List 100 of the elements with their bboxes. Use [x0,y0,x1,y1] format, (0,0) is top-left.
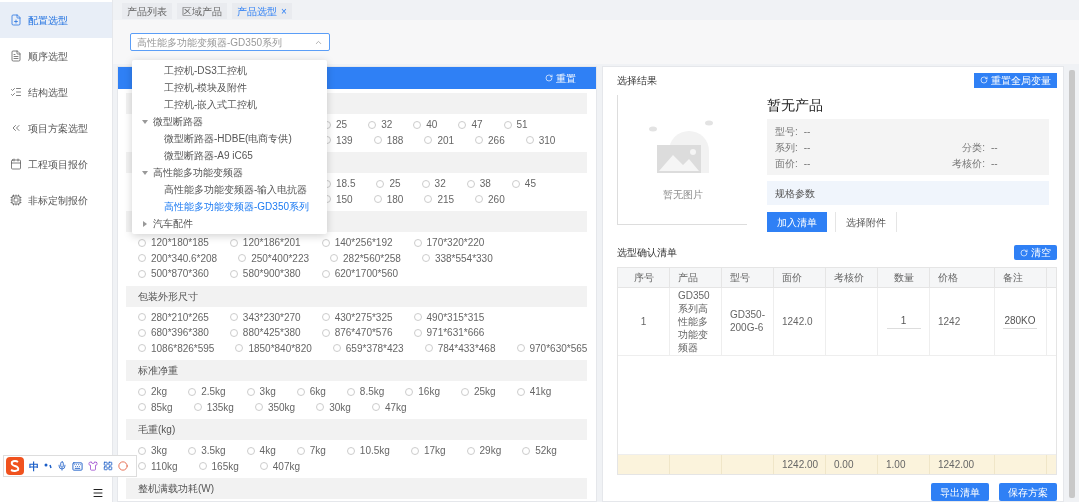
tree-item[interactable]: 工控机-DS3工控机 [132,62,327,79]
grid-icon[interactable] [103,461,113,471]
radio-option[interactable]: 38 [466,176,491,192]
tree-group[interactable]: 汽车配件 [132,215,327,232]
radio-option[interactable]: 6kg [296,384,326,400]
reset-all-button[interactable]: 重置全局变量 [974,72,1057,88]
radio-option[interactable]: 260 [475,191,505,207]
radio-option[interactable]: 310 [525,132,556,148]
radio-option[interactable]: 17kg [410,443,446,459]
radio-option[interactable]: 430*275*325 [321,309,393,325]
radio-option[interactable]: 407kg [259,458,300,474]
sidebar-item[interactable]: 工程项目报价 [0,146,112,182]
field-value: -- [991,140,998,155]
radio-option[interactable]: 2kg [138,384,168,400]
sidebar-item[interactable]: 非标定制报价 [0,182,112,218]
page-tag[interactable]: 产品选型 × [232,3,292,19]
radio-option[interactable]: 490*315*315 [413,309,485,325]
radio-option[interactable]: 40 [413,117,438,133]
radio-option[interactable]: 8.5kg [346,384,385,400]
radio-option[interactable]: 32 [368,117,393,133]
page-tag[interactable]: 区域产品 [177,3,227,19]
spec-label: 规格参数 [775,186,815,201]
radio-option[interactable]: 1086*826*595 [138,340,215,356]
sidebar-item[interactable]: 顺序选型 [0,38,112,74]
radio-option[interactable]: 620*1700*560 [321,266,399,282]
radio-option[interactable]: 32 [421,176,446,192]
circle-icon[interactable] [118,461,128,471]
radio-option[interactable]: 200*340.6*208 [138,250,218,266]
radio-option[interactable]: 2.5kg [188,384,226,400]
radio-option[interactable]: 41kg [516,384,552,400]
radio-option[interactable]: 876*470*576 [321,325,393,341]
section-title: 毛重(kg) [138,423,176,437]
radio-option[interactable]: 971*631*666 [413,325,485,341]
table-input[interactable]: 280KO [1003,313,1037,329]
sidebar-item[interactable]: 结构选型 [0,74,112,110]
radio-option[interactable]: 180 [373,191,404,207]
radio-option[interactable]: 170*320*220 [413,235,485,251]
radio-option[interactable]: 1850*840*820 [235,340,312,356]
radio-option[interactable]: 580*900*380 [229,266,301,282]
radio-option[interactable]: 3kg [138,443,168,459]
radio-option[interactable]: 47kg [371,399,407,415]
radio-option[interactable]: 52kg [522,443,557,459]
radio-option[interactable]: 350kg [254,399,296,415]
radio-option[interactable]: 970*630*565 [516,340,588,356]
radio-option[interactable]: 16kg [405,384,440,400]
radio-option[interactable]: 30kg [316,399,351,415]
export-button[interactable]: 导出清单 [931,483,989,501]
radio-option[interactable]: 250*400*223 [238,250,310,266]
sidebar-item[interactable]: 项目方案选型 [0,110,112,146]
radio-option[interactable]: 135kg [193,399,234,415]
radio-option[interactable]: 215 [424,191,455,207]
radio-option[interactable]: 784*433*468 [424,340,496,356]
tree-item[interactable]: 工控机-模块及附件 [132,79,327,96]
radio-option[interactable]: 3.5kg [188,443,226,459]
radio-option[interactable]: 25 [376,176,401,192]
scrollbar[interactable] [1069,70,1075,498]
radio-option[interactable]: 201 [424,132,455,148]
radio-option[interactable]: 659*378*423 [332,340,404,356]
radio-option[interactable]: 120*180*185 [138,235,209,251]
radio-option[interactable]: 500*870*360 [138,266,209,282]
ime-logo-icon[interactable] [6,457,24,475]
radio-option[interactable]: 7kg [296,443,326,459]
radio-option[interactable]: 29kg [466,443,502,459]
clear-button[interactable]: 清空 [1014,245,1057,261]
radio-option[interactable]: 85kg [138,399,173,415]
radio-option[interactable]: 10.5kg [346,443,390,459]
radio-option[interactable]: 47 [458,117,483,133]
radio-option[interactable]: 680*396*380 [138,325,209,341]
radio-option[interactable]: 282*560*258 [330,250,401,266]
radio-option[interactable]: 266 [475,132,505,148]
reset-button[interactable]: 重置 [545,70,576,86]
attachment-button[interactable]: 选择附件 [835,212,897,232]
table-input[interactable]: 1 [886,313,921,329]
punctuation-icon[interactable] [44,463,52,469]
radio-option[interactable]: 338*554*330 [421,250,493,266]
radio-option[interactable]: 188 [373,132,404,148]
close-icon[interactable]: × [281,3,287,19]
radio-option[interactable]: 110kg [138,458,178,474]
radio-option[interactable]: 165kg [198,458,239,474]
tree-item[interactable]: 微型断路器-A9 iC65 [132,147,327,164]
add-to-list-button[interactable]: 加入清单 [767,212,827,232]
keyboard-icon[interactable] [72,460,83,472]
radio-option[interactable]: 140*256*192 [321,235,393,251]
microphone-icon[interactable] [57,461,67,471]
ime-mode[interactable]: 中 [29,458,39,474]
radio-option[interactable]: 51 [503,117,528,133]
radio-option[interactable]: 4kg [246,443,276,459]
radio-option[interactable]: 120*186*201 [229,235,301,251]
radio-option[interactable]: 343*230*270 [229,309,301,325]
radio-option[interactable]: 880*425*380 [229,325,301,341]
tree-item[interactable]: 工控机-嵌入式工控机 [132,96,327,113]
radio-option[interactable]: 3kg [246,384,276,400]
radio-option[interactable]: 280*210*265 [138,309,209,325]
menu-icon[interactable] [92,487,104,499]
sidebar-item[interactable]: 配置选型 [0,2,112,38]
page-tag[interactable]: 产品列表 [122,3,172,19]
radio-option[interactable]: 25kg [461,384,496,400]
shirt-icon[interactable] [88,461,98,471]
radio-option[interactable]: 45 [511,176,536,192]
save-button[interactable]: 保存方案 [999,483,1057,501]
